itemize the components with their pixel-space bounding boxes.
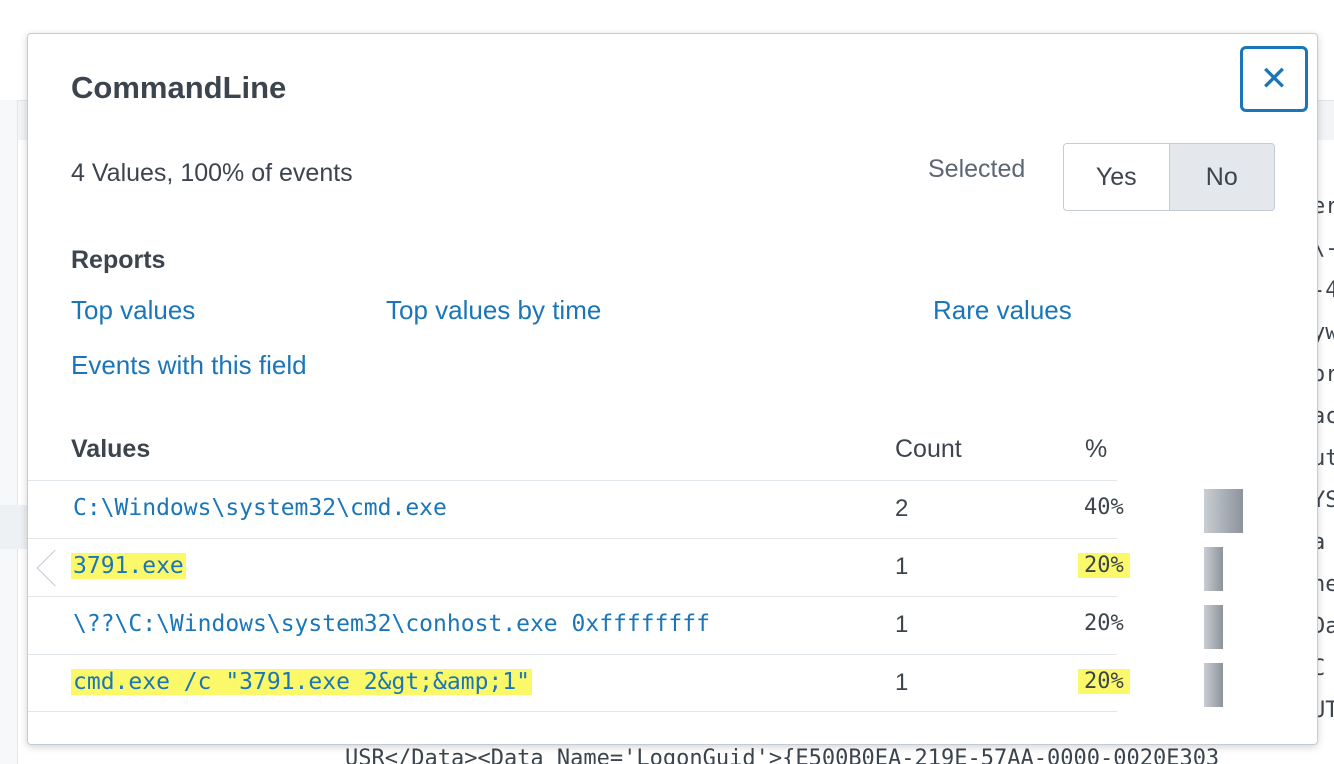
close-button[interactable]: ✕ [1240, 46, 1308, 112]
value-percent: 20% [1078, 553, 1130, 578]
background-sidebar [0, 100, 18, 764]
value-count: 1 [895, 611, 909, 638]
value-link[interactable]: 3791.exe [71, 553, 186, 579]
background-field-row [0, 505, 30, 549]
field-summary-popover: CommandLine ✕ 4 Values, 100% of events S… [27, 33, 1318, 745]
value-count: 1 [895, 553, 909, 580]
value-count: 1 [895, 669, 909, 696]
values-column-header: Values [71, 435, 151, 463]
value-percent: 40% [1084, 495, 1124, 520]
background-event-raw-text: USR</Data><Data Name='LogonGuid'>{E500B0… [345, 746, 1220, 764]
close-icon: ✕ [1259, 60, 1289, 98]
percent-bar [1204, 605, 1223, 649]
reports-heading: Reports [71, 246, 166, 274]
selected-label: Selected [928, 155, 1026, 183]
top-values-by-time-link[interactable]: Top values by time [386, 295, 601, 326]
value-row: 3791.exe 1 20% [28, 538, 1223, 596]
value-percent: 20% [1084, 611, 1124, 636]
value-row: C:\Windows\system32\cmd.exe 2 40% [28, 480, 1243, 538]
events-with-field-link[interactable]: Events with this field [71, 350, 307, 381]
field-name-title: CommandLine [71, 70, 287, 105]
selected-no-button[interactable]: No [1168, 144, 1274, 210]
count-column-header: Count [895, 435, 962, 463]
percent-bar [1204, 489, 1243, 533]
value-link[interactable]: C:\Windows\system32\cmd.exe [71, 495, 449, 521]
value-link[interactable]: \??\C:\Windows\system32\conhost.exe 0xff… [71, 611, 712, 637]
percent-bar [1204, 547, 1223, 591]
rare-values-link[interactable]: Rare values [933, 295, 1072, 326]
value-count: 2 [895, 495, 909, 522]
percent-column-header: % [1085, 435, 1108, 463]
field-summary-text: 4 Values, 100% of events [71, 159, 353, 187]
percent-bar [1204, 663, 1223, 707]
selected-toggle: Yes No [1063, 143, 1275, 211]
selected-yes-button[interactable]: Yes [1064, 144, 1169, 210]
top-values-link[interactable]: Top values [71, 295, 195, 326]
value-percent: 20% [1078, 669, 1130, 694]
value-row: \??\C:\Windows\system32\conhost.exe 0xff… [28, 596, 1223, 654]
value-link[interactable]: cmd.exe /c "3791.exe 2&gt;&amp;1" [71, 669, 532, 695]
value-row: cmd.exe /c "3791.exe 2&gt;&amp;1" 1 20% [28, 654, 1223, 712]
